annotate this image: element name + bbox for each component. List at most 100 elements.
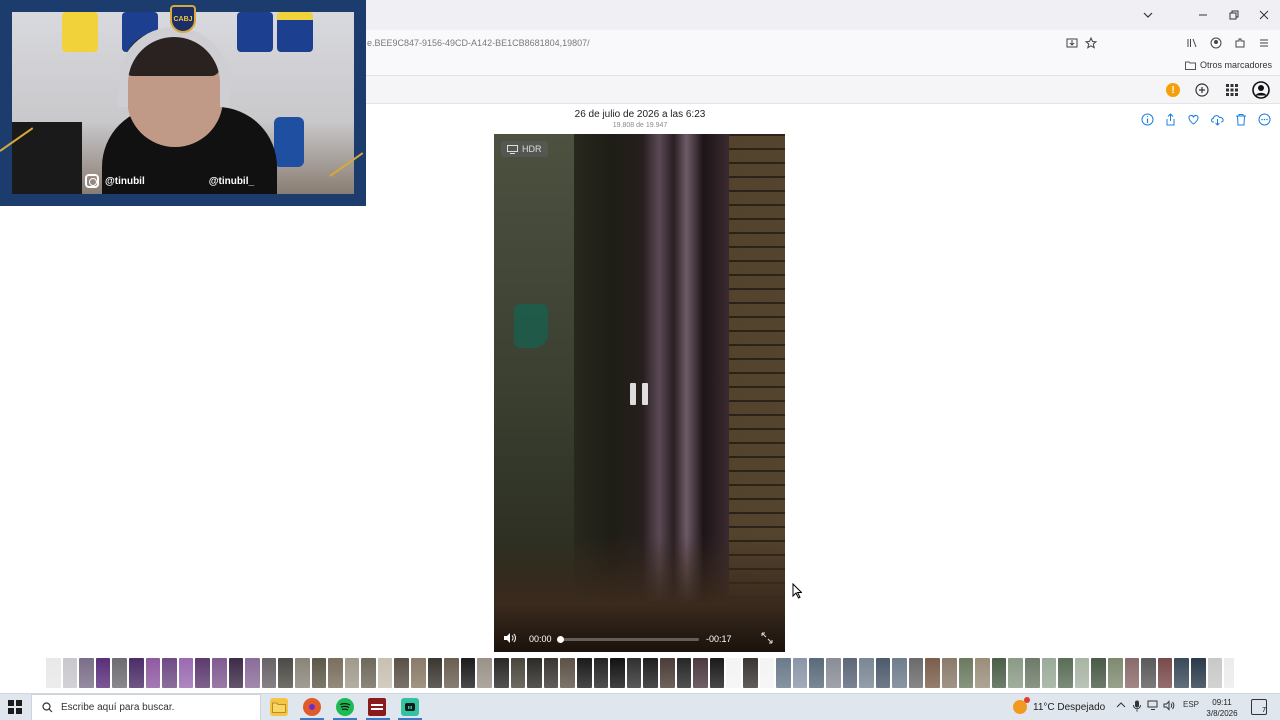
thumbnail[interactable] [128,658,144,688]
voicemeeter-icon[interactable] [368,698,386,716]
info-icon[interactable] [1139,111,1155,127]
volume-icon[interactable] [503,632,517,647]
more-icon[interactable] [1256,111,1272,127]
thumbnail[interactable] [195,658,210,688]
thumbnail[interactable] [659,658,675,688]
thumbnail[interactable] [328,658,343,688]
thumbnail[interactable] [261,658,277,688]
thumbnail[interactable] [577,658,592,688]
thumbnail[interactable] [245,658,260,688]
volume-tray-icon[interactable] [1163,700,1175,714]
thumbnail[interactable] [46,658,61,688]
other-bookmarks[interactable]: Otros marcadores [1184,60,1272,70]
thumbnail[interactable] [1041,658,1057,688]
thumbnail[interactable] [427,658,443,688]
progress-bar[interactable] [557,636,699,643]
thumbnail[interactable] [875,658,891,688]
thumbnail[interactable] [311,658,327,688]
thumbnail[interactable] [942,658,957,688]
thumbnail[interactable] [178,658,194,688]
tab-list-chevron-icon[interactable] [1132,0,1164,30]
thumbnail[interactable] [1207,658,1223,688]
heart-icon[interactable] [1185,111,1201,127]
thumbnail[interactable] [294,658,310,688]
thumbnail[interactable] [411,658,426,688]
thumbnail[interactable] [1124,658,1140,688]
weather-widget[interactable]: 11°C Despejado [1013,697,1105,714]
download-icon[interactable] [1064,35,1080,51]
thumbnail[interactable] [1091,658,1106,688]
extensions-icon[interactable] [1232,35,1248,51]
thumbnail[interactable] [394,658,410,688]
firefox-icon[interactable] [303,698,321,716]
thumbnail[interactable] [228,658,244,688]
thumbnail[interactable] [792,658,808,688]
menu-icon[interactable] [1256,35,1272,51]
fullscreen-icon[interactable] [761,632,773,647]
thumbnail[interactable] [1141,658,1156,688]
thumbnail[interactable] [709,658,725,688]
notification-center-icon[interactable]: 7 [1251,699,1267,715]
language-indicator[interactable]: ESP [1183,700,1199,709]
pause-button[interactable] [630,383,648,405]
share-icon[interactable] [1162,111,1178,127]
thumbnail[interactable] [958,658,974,688]
thumbnail[interactable] [676,658,692,688]
thumbnail[interactable] [510,658,526,688]
thumbnail[interactable] [543,658,559,688]
thumbnail[interactable] [79,658,94,688]
thumbnail[interactable] [1074,658,1090,688]
spotify-icon[interactable] [336,698,354,716]
thumbnail[interactable] [361,658,376,688]
thumbnail[interactable] [842,658,858,688]
thumbnail[interactable] [278,658,293,688]
thumbnail[interactable] [95,658,111,688]
library-icon[interactable] [1184,35,1200,51]
thumbnail[interactable] [527,658,542,688]
thumbnail[interactable] [776,658,791,688]
thumbnail[interactable] [62,658,78,688]
thumbnail[interactable] [643,658,658,688]
video-player[interactable]: HDR 00:00 -00:17 [494,134,785,652]
network-icon[interactable] [1147,700,1159,714]
thumbnail[interactable] [560,658,575,688]
tray-chevron-up-icon[interactable] [1116,700,1126,713]
apps-grid-icon[interactable] [1223,81,1241,99]
alert-icon[interactable]: ! [1164,81,1182,99]
add-icon[interactable] [1193,81,1211,99]
close-button[interactable] [1248,0,1280,30]
progress-knob[interactable] [557,636,565,643]
thumbnail[interactable] [444,658,459,688]
thumbnail[interactable] [112,658,127,688]
thumbnail[interactable] [477,658,493,688]
microphone-icon[interactable] [1133,700,1141,715]
thumbnail[interactable] [742,658,758,688]
taskbar-search[interactable]: Escribe aquí para buscar. [31,694,261,720]
thumbnail[interactable] [460,658,476,688]
url-text[interactable]: e.BEE9C847-9156-49CD-A142-BE1CB8681804,1… [367,38,590,48]
thumbnail[interactable] [1224,658,1234,688]
download-cloud-icon[interactable] [1209,111,1225,127]
restore-button[interactable] [1218,0,1250,30]
thumbnail[interactable] [211,658,227,688]
thumbnail[interactable] [1058,658,1073,688]
thumbnail[interactable] [1008,658,1024,688]
file-explorer-icon[interactable] [270,698,288,716]
thumbnail[interactable] [593,658,609,688]
thumbnail[interactable] [892,658,907,688]
thumbnail[interactable] [1157,658,1173,688]
thumbnail[interactable] [494,658,509,688]
thumbnail[interactable] [1025,658,1040,688]
windows-start-icon[interactable] [8,700,22,714]
thumbnail[interactable] [1108,658,1123,688]
profile-icon[interactable] [1252,81,1270,99]
thumbnail[interactable] [162,658,177,688]
thumbnail[interactable] [693,658,708,688]
thumbnail[interactable] [809,658,824,688]
thumbnail[interactable] [1174,658,1189,688]
trash-icon[interactable] [1233,111,1249,127]
thumbnail[interactable] [344,658,360,688]
thumbnail[interactable] [825,658,841,688]
thumbnail[interactable] [859,658,874,688]
thumbnail[interactable] [925,658,941,688]
